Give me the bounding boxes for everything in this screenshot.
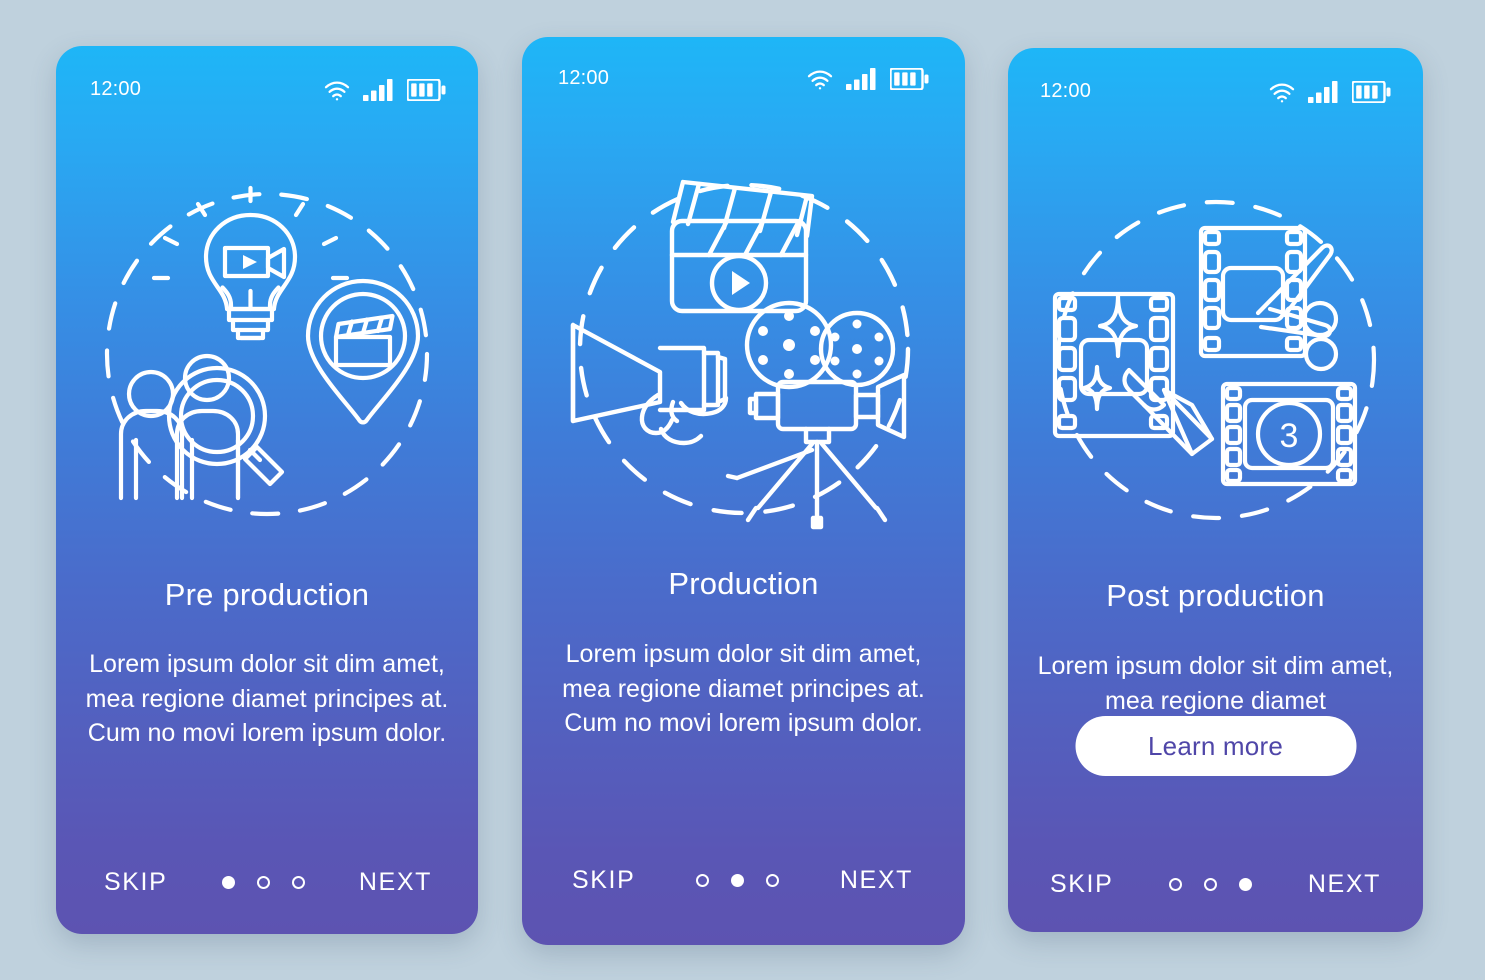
onboarding-screens-stage: 12:00 Pre production Lorem ipsum dolor s… — [0, 0, 1485, 980]
page-title: Production — [668, 566, 819, 601]
bottom-navigation: SKIP NEXT — [56, 864, 478, 901]
status-bar: 12:00 — [522, 67, 965, 90]
pagination-dot-1[interactable] — [1169, 878, 1183, 891]
skip-button[interactable]: SKIP — [1048, 866, 1115, 903]
countdown-number: 3 — [1279, 417, 1298, 455]
status-bar-icons — [807, 67, 929, 90]
page-description: Lorem ipsum dolor sit dim amet, mea regi… — [1037, 652, 1394, 715]
status-bar-clock: 12:00 — [1040, 80, 1092, 102]
pre-production-illustration — [91, 178, 443, 530]
page-description: Lorem ipsum dolor sit dim amet, mea regi… — [562, 640, 925, 737]
page-description: Lorem ipsum dolor sit dim amet, mea regi… — [85, 650, 449, 747]
cellular-signal-icon — [363, 78, 394, 101]
onboarding-screen-pre-production: 12:00 Pre production Lorem ipsum dolor s… — [56, 46, 478, 934]
battery-icon — [407, 78, 446, 101]
wifi-icon — [807, 69, 833, 90]
bottom-navigation: SKIP NEXT — [1008, 866, 1423, 903]
pagination-dot-3[interactable] — [1239, 878, 1253, 891]
next-button[interactable]: NEXT — [1306, 866, 1383, 903]
pagination-dot-2[interactable] — [731, 874, 745, 887]
pagination-dots — [1169, 878, 1253, 891]
wifi-icon — [324, 80, 350, 101]
pagination-dots — [696, 874, 780, 887]
pagination-dot-2[interactable] — [1204, 878, 1218, 891]
page-title: Pre production — [164, 577, 370, 612]
pagination-dot-3[interactable] — [291, 876, 305, 889]
status-bar-clock: 12:00 — [90, 78, 142, 100]
skip-button[interactable]: SKIP — [570, 862, 637, 899]
onboarding-screen-post-production: 12:00 3 Post production Lorem ipsum dolo… — [1008, 48, 1423, 932]
battery-icon — [1352, 80, 1391, 103]
pagination-dot-2[interactable] — [256, 876, 270, 889]
production-illustration — [560, 163, 928, 531]
learn-more-button[interactable]: Learn more — [1075, 716, 1356, 776]
pagination-dots — [221, 876, 305, 889]
next-button[interactable]: NEXT — [357, 864, 434, 901]
skip-button[interactable]: SKIP — [102, 864, 169, 901]
pagination-dot-1[interactable] — [696, 874, 710, 887]
page-title: Post production — [1106, 578, 1325, 613]
cellular-signal-icon — [1308, 80, 1339, 103]
status-bar-icons — [324, 78, 446, 101]
status-bar: 12:00 — [56, 78, 478, 101]
status-bar-icons — [1269, 80, 1391, 103]
pagination-dot-3[interactable] — [766, 874, 780, 887]
cellular-signal-icon — [846, 67, 877, 90]
bottom-navigation: SKIP NEXT — [522, 862, 965, 899]
battery-icon — [890, 67, 929, 90]
status-bar-clock: 12:00 — [558, 67, 610, 89]
wifi-icon — [1269, 82, 1295, 103]
post-production-illustration: 3 — [1037, 188, 1395, 528]
next-button[interactable]: NEXT — [838, 862, 915, 899]
status-bar: 12:00 — [1008, 80, 1423, 103]
onboarding-screen-production: 12:00 Production Lorem ipsum dolor sit d… — [522, 37, 965, 945]
pagination-dot-1[interactable] — [221, 876, 235, 889]
